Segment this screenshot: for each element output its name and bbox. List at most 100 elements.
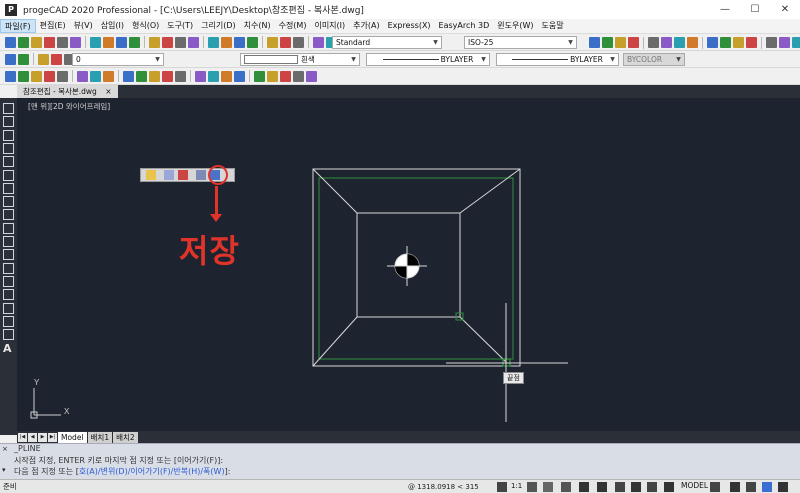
menu-item[interactable]: 윈도우(W) [493,19,537,33]
menu-item[interactable]: 뷰(V) [70,19,97,33]
toolbar-icon[interactable] [602,37,613,48]
toolbar-icon[interactable] [792,37,800,48]
snap-tracking-icon[interactable] [647,482,657,492]
arc-icon[interactable] [3,169,14,181]
layout-nav-button[interactable]: ▶ [38,432,47,442]
drawing-canvas[interactable]: [맨 위][2D 와이어프레임] Y X 저장 끝점 [17,98,800,431]
region-icon[interactable] [3,315,14,327]
circle-icon[interactable] [3,182,14,194]
close-icon[interactable]: ✕ [772,0,798,19]
menu-item[interactable]: 형식(O) [128,19,163,33]
redo-icon[interactable] [162,36,173,48]
toolbar-icon[interactable] [103,70,114,82]
menu-item[interactable]: 도구(T) [163,19,197,33]
help-icon[interactable] [293,36,304,48]
layout-tab[interactable]: Model [58,431,87,443]
toolbar-icon[interactable] [208,70,219,82]
refedit-remove-icon[interactable] [164,170,174,180]
toolbar-icon[interactable] [720,37,731,48]
plotstyle-combo[interactable]: BYCOLOR ▼ [623,53,685,66]
gradient-icon[interactable] [3,302,14,314]
zoom-icon[interactable] [188,36,199,48]
menu-item[interactable]: Express(X) [384,19,435,33]
new-file-icon[interactable] [5,36,16,48]
refedit-discard-icon[interactable] [178,170,188,180]
toolbar-icon[interactable] [31,70,42,82]
toolbar-icon[interactable] [628,37,639,48]
toolbar-icon[interactable] [77,70,88,82]
snap-mode-icon[interactable] [561,482,571,492]
grid-mode-icon[interactable] [579,482,589,492]
toolbar-icon[interactable] [57,70,68,82]
toolbar-icon[interactable] [766,37,777,48]
color-combo[interactable]: 흰색 ▼ [240,53,360,66]
table-icon[interactable] [3,329,14,341]
minimize-icon[interactable]: — [712,0,738,19]
layout-nav-button[interactable]: |◀ [18,432,27,442]
toolbar-icon[interactable] [293,70,304,82]
cut-icon[interactable] [90,36,101,48]
menu-item[interactable]: 추가(A) [349,19,383,33]
maximize-icon[interactable]: ☐ [742,0,768,19]
ortho-mode-icon[interactable] [597,482,607,492]
layer-on-icon[interactable] [18,53,29,65]
toolbar-icon[interactable] [779,37,790,48]
toolbar-icon[interactable] [5,70,16,82]
toolbar-icon[interactable] [648,37,659,48]
match-props-icon[interactable] [129,36,140,48]
isolate-objects-icon[interactable] [762,482,772,492]
point-icon[interactable] [3,275,14,287]
polyline-icon[interactable] [3,129,14,141]
toolbar-icon[interactable] [195,70,206,82]
toolbar-icon[interactable] [136,70,147,82]
undo-icon[interactable] [149,36,160,48]
layout-tab[interactable]: 배치2 [113,431,138,443]
menu-item[interactable]: 그리기(D) [197,19,239,33]
rectangle-icon[interactable] [3,156,14,168]
toolbar-icon[interactable] [234,70,245,82]
zoom-window-icon[interactable] [208,36,219,48]
coordinate-readout[interactable]: @ 1318.0918 < 315 [408,483,479,491]
properties-icon[interactable] [247,36,258,48]
lineweight-combo[interactable]: BYLAYER ▼ [496,53,619,66]
layer-combo[interactable]: 0 ▼ [72,53,164,66]
lock-icon[interactable] [730,482,740,492]
ellipse-icon[interactable] [3,222,14,234]
toolbar-icon[interactable] [44,70,55,82]
toolbar-icon[interactable] [18,70,29,82]
spline-icon[interactable] [3,209,14,221]
save-icon[interactable] [31,36,42,48]
text-icon[interactable]: A [3,342,14,355]
command-expand-icon[interactable]: ▾ [2,466,10,474]
toolbar-icon[interactable] [687,37,698,48]
layout-nav-button[interactable]: ◀ [28,432,37,442]
open-icon[interactable] [18,36,29,48]
toolbar-icon[interactable] [162,70,173,82]
text-style-combo[interactable]: Standard ▼ [332,36,442,49]
toolbar-icon[interactable] [280,70,291,82]
copy-icon[interactable] [103,36,114,48]
hatch-icon[interactable] [3,289,14,301]
pan-icon[interactable] [175,36,186,48]
toolbar-icon[interactable] [267,70,278,82]
menu-item[interactable]: 이미지(I) [310,19,349,33]
lineweight-display-icon[interactable] [664,482,674,492]
line-icon[interactable] [3,103,14,114]
annotation-scale-icon[interactable] [497,482,507,492]
layout-nav-button[interactable]: ▶| [48,432,57,442]
toolbar-icon[interactable] [589,37,600,48]
toolbar-icon[interactable] [149,70,160,82]
ray-icon[interactable] [3,116,14,128]
dim-style-combo[interactable]: ISO-25 ▼ [464,36,577,49]
polar-tracking-icon[interactable] [615,482,625,492]
toolbar-icon[interactable] [254,70,265,82]
toolbar-icon[interactable] [674,37,685,48]
monitor-icon[interactable] [746,482,756,492]
print-icon[interactable] [57,36,68,48]
toolbar-icon[interactable] [746,37,757,48]
make-block-icon[interactable] [3,262,14,274]
layer-lock-icon[interactable] [51,53,62,65]
layers-icon[interactable] [5,53,16,65]
document-tab[interactable]: 참조편집 - 복사본.dwg × [17,85,118,98]
scale-value[interactable]: 1:1 [511,482,522,490]
